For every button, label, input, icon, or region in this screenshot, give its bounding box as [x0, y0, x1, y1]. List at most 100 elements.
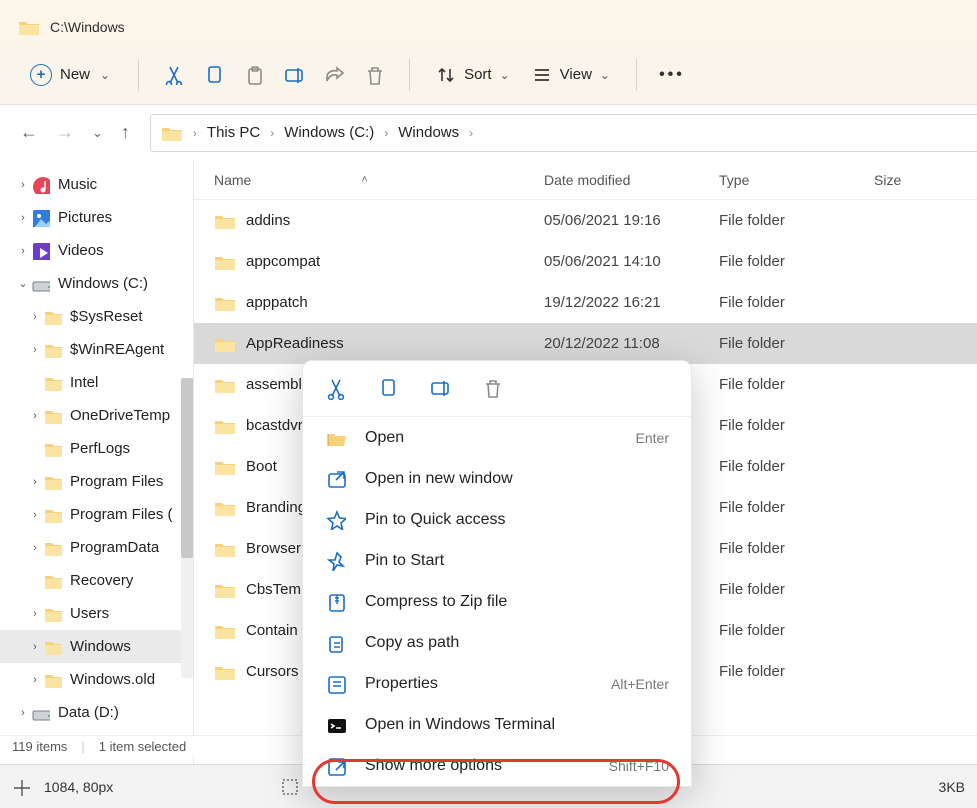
cell-type: File folder	[699, 458, 854, 475]
context-menu-label: Pin to Start	[365, 552, 444, 570]
copy-path-icon	[325, 632, 347, 654]
expand-icon[interactable]: ›	[28, 674, 42, 686]
context-menu-item[interactable]: Open in new window	[303, 458, 691, 499]
sidebar-item[interactable]: ⌄Windows (C:)	[0, 267, 193, 300]
chevron-right-icon: ›	[463, 126, 479, 140]
column-size[interactable]: Size	[854, 172, 977, 188]
paste-button[interactable]	[237, 58, 271, 92]
sidebar-item[interactable]: ›Pictures	[0, 201, 193, 234]
context-menu-item[interactable]: Pin to Quick access	[303, 499, 691, 540]
context-menu-item[interactable]: PropertiesAlt+Enter	[303, 663, 691, 704]
column-date[interactable]: Date modified	[524, 172, 699, 188]
copy-icon[interactable]	[377, 377, 401, 401]
expand-icon[interactable]: ›	[28, 509, 42, 521]
cell-date: 20/12/2022 11:08	[524, 335, 699, 352]
more-button[interactable]: •••	[655, 58, 689, 92]
sidebar-item[interactable]: ›Windows.old	[0, 663, 193, 696]
context-menu-quick-actions	[303, 361, 691, 417]
chevron-down-icon: ⌄	[100, 68, 110, 82]
divider	[409, 59, 410, 91]
context-menu-shortcut: Shift+F10	[609, 758, 669, 774]
column-headers: Name˄ Date modified Type Size	[194, 160, 977, 200]
sidebar-item[interactable]: ›Music	[0, 168, 193, 201]
sidebar-item[interactable]: ›Videos	[0, 234, 193, 267]
plus-icon: +	[30, 64, 52, 86]
context-menu-item[interactable]: Compress to Zip file	[303, 581, 691, 622]
breadcrumb-item[interactable]: This PC	[207, 124, 260, 141]
sidebar-item[interactable]: › $SysReset	[0, 300, 193, 333]
sidebar-item[interactable]: ›Users	[0, 597, 193, 630]
folder-icon	[214, 540, 236, 558]
expand-icon[interactable]: ›	[28, 311, 42, 323]
divider	[138, 59, 139, 91]
recent-button[interactable]: ⌄	[92, 125, 103, 141]
drive-icon	[32, 275, 50, 293]
rename-icon[interactable]	[429, 377, 453, 401]
sidebar-item[interactable]: ›Windows	[0, 630, 193, 663]
table-row[interactable]: apppatch19/12/2022 16:21File folder	[194, 282, 977, 323]
sidebar-item[interactable]: Intel	[0, 366, 193, 399]
rename-button[interactable]	[277, 58, 311, 92]
expand-icon[interactable]: ›	[28, 608, 42, 620]
forward-button[interactable]: →	[56, 122, 74, 143]
share-button[interactable]	[317, 58, 351, 92]
expand-icon[interactable]: ⌄	[16, 277, 30, 290]
view-button[interactable]: View ⌄	[524, 59, 618, 91]
expand-icon[interactable]: ›	[16, 212, 30, 224]
folder-icon	[214, 376, 236, 394]
sidebar-item[interactable]: ›$WinREAgent	[0, 333, 193, 366]
scrollbar-thumb[interactable]	[181, 378, 193, 558]
sidebar-item[interactable]: ›Program Files (	[0, 498, 193, 531]
context-menu-item[interactable]: Show more optionsShift+F10	[303, 745, 691, 786]
new-button[interactable]: + New ⌄	[20, 58, 120, 92]
expand-icon[interactable]: ›	[28, 476, 42, 488]
cut-icon[interactable]	[325, 377, 349, 401]
breadcrumb-item[interactable]: Windows (C:)	[284, 124, 374, 141]
context-menu-item[interactable]: Open in Windows Terminal	[303, 704, 691, 745]
cell-name: AppReadiness	[194, 335, 524, 353]
delete-icon[interactable]	[481, 377, 505, 401]
expand-icon[interactable]: ›	[16, 179, 30, 191]
sidebar-item[interactable]: › OneDriveTemp	[0, 399, 193, 432]
sidebar-item[interactable]: ›Data (D:)	[0, 696, 193, 729]
sort-button[interactable]: Sort ⌄	[428, 59, 518, 91]
breadcrumb-bar[interactable]: › This PC › Windows (C:) › Windows ›	[150, 114, 977, 152]
sidebar-item-label: $SysReset	[70, 308, 143, 325]
copy-button[interactable]	[197, 58, 231, 92]
chevron-right-icon: ›	[187, 126, 203, 140]
folder-icon	[44, 539, 62, 557]
column-type[interactable]: Type	[699, 172, 854, 188]
file-size: 3KB	[939, 779, 965, 795]
table-row[interactable]: AppReadiness20/12/2022 11:08File folder	[194, 323, 977, 364]
item-count: 119 items	[12, 739, 67, 754]
back-button[interactable]: ←	[20, 122, 38, 143]
sidebar-item[interactable]: ›ProgramData	[0, 531, 193, 564]
pictures-icon	[32, 209, 50, 227]
cut-button[interactable]	[157, 58, 191, 92]
folder-icon	[214, 335, 236, 353]
expand-icon[interactable]: ›	[16, 707, 30, 719]
expand-icon[interactable]: ›	[16, 245, 30, 257]
sidebar-item[interactable]: Recovery	[0, 564, 193, 597]
delete-button[interactable]	[357, 58, 391, 92]
context-menu-shortcut: Enter	[636, 430, 669, 446]
column-name[interactable]: Name˄	[194, 172, 524, 188]
folder-icon	[44, 671, 62, 689]
expand-icon[interactable]: ›	[28, 410, 42, 422]
table-row[interactable]: addins05/06/2021 19:16File folder	[194, 200, 977, 241]
context-menu-item[interactable]: Copy as path	[303, 622, 691, 663]
expand-icon[interactable]: ›	[28, 542, 42, 554]
sidebar-item-label: OneDriveTemp	[70, 407, 170, 424]
breadcrumb-item[interactable]: Windows	[398, 124, 459, 141]
folder-icon	[44, 605, 62, 623]
sidebar-item[interactable]: ›Program Files	[0, 465, 193, 498]
folder-icon	[214, 458, 236, 476]
sidebar-item[interactable]: PerfLogs	[0, 432, 193, 465]
context-menu-item[interactable]: OpenEnter	[303, 417, 691, 458]
table-row[interactable]: appcompat05/06/2021 14:10File folder	[194, 241, 977, 282]
expand-icon[interactable]: ›	[28, 344, 42, 356]
expand-icon[interactable]: ›	[28, 641, 42, 653]
cell-date: 05/06/2021 14:10	[524, 253, 699, 270]
up-button[interactable]: ↑	[121, 122, 130, 143]
context-menu-item[interactable]: Pin to Start	[303, 540, 691, 581]
